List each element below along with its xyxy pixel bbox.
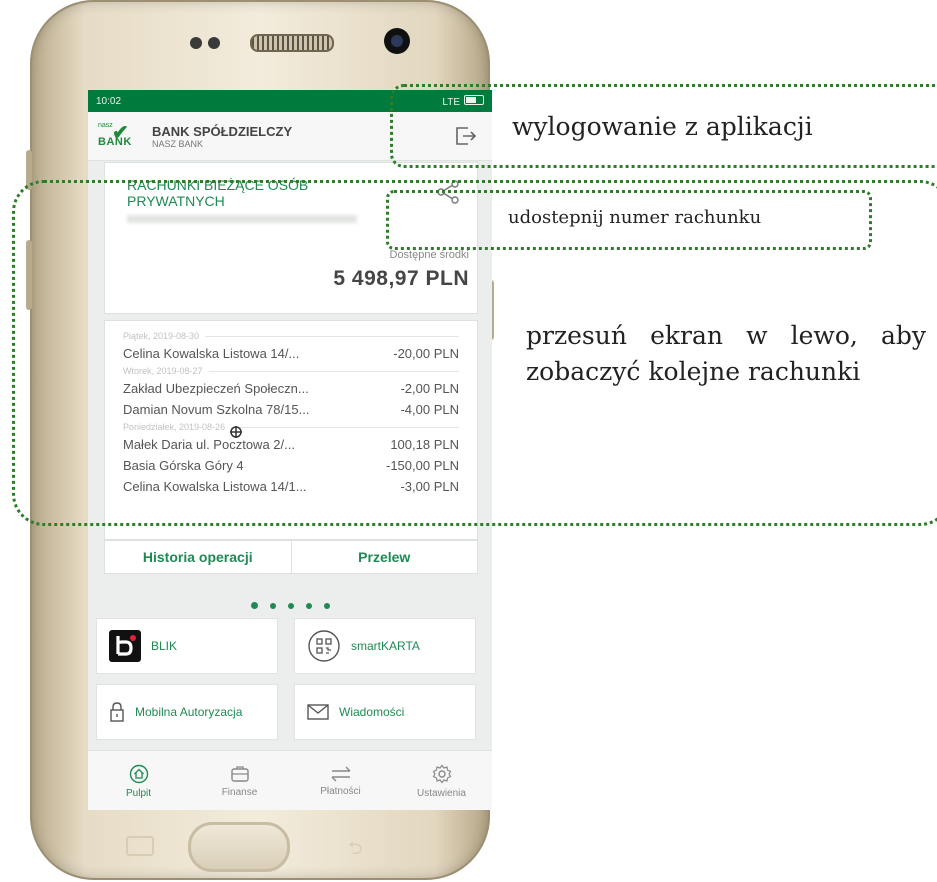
smartkarta-tile[interactable]: smartKARTA [294, 618, 476, 674]
transfer-arrows-icon [331, 766, 350, 781]
blik-label: BLIK [151, 639, 178, 653]
page-dot [305, 603, 312, 609]
tab-settings-label: Ustawienia [417, 787, 466, 799]
logo-top-text: nasz [98, 122, 113, 129]
blik-icon [109, 630, 141, 662]
page-indicator[interactable] [88, 596, 492, 614]
history-button[interactable]: Historia operacji [105, 541, 291, 573]
swipe-annotation-line1: przesuń ekran w lewo, aby [526, 318, 926, 354]
account-actions: Historia operacji Przelew [104, 540, 478, 574]
tab-payments[interactable]: Płatności [290, 751, 391, 810]
tab-finance[interactable]: Finanse [189, 751, 290, 810]
bottom-navigation: Pulpit Finanse Płatności Ustawienia [88, 750, 492, 810]
mobile-auth-tile[interactable]: Mobilna Autoryzacja [96, 684, 278, 740]
tab-finance-label: Finanse [221, 786, 258, 798]
gear-icon [432, 764, 451, 783]
page-dot [269, 603, 276, 609]
qr-code-icon [307, 629, 341, 663]
swipe-word: aby [880, 321, 926, 350]
bank-logo: nasz ✔ BANK [98, 120, 142, 152]
home-button[interactable] [188, 822, 290, 872]
tab-settings[interactable]: Ustawienia [391, 751, 492, 810]
blik-tile[interactable]: BLIK [96, 618, 278, 674]
page-dot [323, 603, 330, 609]
swipe-word: przesuń [526, 321, 627, 350]
swipe-annotation-line2: zobaczyć kolejne rachunki [526, 357, 861, 386]
logo-word: BANK [98, 136, 132, 148]
status-time: 10:02 [96, 95, 122, 107]
tab-dashboard-label: Pulpit [125, 787, 151, 799]
messages-tile[interactable]: Wiadomości [294, 684, 476, 740]
page-dot [250, 602, 258, 609]
envelope-icon [307, 704, 329, 720]
mobile-auth-label: Mobilna Autoryzacja [135, 705, 243, 719]
swipe-annotation-label: przesuń ekran w lewo, aby zobaczyć kolejne r… [526, 318, 926, 390]
messages-label: Wiadomości [339, 705, 405, 719]
home-icon [129, 764, 148, 783]
transfer-button[interactable]: Przelew [290, 541, 478, 573]
logout-annotation-label: wylogowanie z aplikacji [512, 112, 813, 141]
share-annotation-label: udostepnij numer rachunku [508, 207, 762, 228]
swipe-word: w [746, 321, 768, 350]
lock-icon [109, 701, 125, 723]
swipe-word: ekran [650, 321, 723, 350]
wallet-icon [230, 765, 249, 782]
back-button[interactable]: ⮌ [348, 836, 362, 866]
front-camera [384, 28, 410, 54]
sensor-dots [190, 36, 226, 54]
earpiece-speaker [250, 34, 334, 52]
tab-payments-label: Płatności [320, 785, 361, 797]
swipe-word: lewo, [790, 321, 858, 350]
recent-apps-button[interactable] [126, 836, 154, 856]
page-dot [287, 603, 294, 609]
tab-dashboard[interactable]: Pulpit [88, 751, 189, 810]
smartkarta-label: smartKARTA [351, 639, 420, 653]
